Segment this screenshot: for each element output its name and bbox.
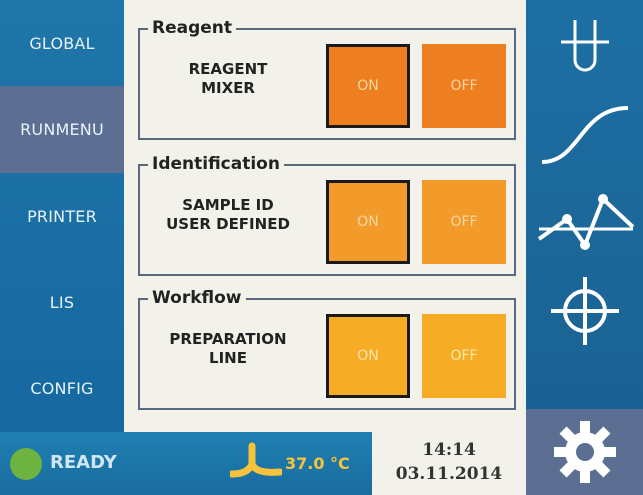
time-value: 14:14 [422,440,476,460]
group-title: Identification [148,154,284,174]
group-label-line1: PREPARATION [169,330,287,348]
group-label-line2: MIXER [201,79,255,97]
preparation-line-off-button[interactable]: OFF [422,314,506,398]
nav-item-lis[interactable]: LIS [0,259,124,345]
datetime: 14:14 03.11.2014 [372,432,526,495]
sample-id-on-button[interactable]: ON [326,180,410,264]
crosshair-button[interactable] [526,268,643,354]
nav-item-global[interactable]: GLOBAL [0,0,124,86]
right-nav [526,0,643,495]
left-nav: GLOBAL RUNMENU PRINTER LIS CONFIG [0,0,124,432]
curve-button[interactable] [526,92,643,178]
graph-points-button[interactable] [526,180,643,266]
nav-item-config[interactable]: CONFIG [0,346,124,432]
temperature-value: 37.0 °C [285,454,350,473]
ready-label: READY [50,452,117,473]
reagent-mixer-on-button[interactable]: ON [326,44,410,128]
test-tube-button[interactable] [526,4,643,90]
graph-points-icon [537,194,634,250]
group-label: SAMPLE ID USER DEFINED [140,196,316,234]
group-label-line2: LINE [209,349,247,367]
nav-item-printer[interactable]: PRINTER [0,173,124,259]
thermometer-icon [230,442,282,478]
status-bar: READY 37.0 °C 14:14 03.11.2014 [0,432,526,495]
group-reagent: Reagent REAGENT MIXER ON OFF [138,18,516,140]
reagent-mixer-off-button[interactable]: OFF [422,44,506,128]
main-panel: Reagent REAGENT MIXER ON OFF Identificat… [124,0,526,432]
crosshair-icon [550,277,619,345]
curve-icon [541,106,628,164]
ready-indicator [10,448,42,480]
preparation-line-on-button[interactable]: ON [326,314,410,398]
group-title: Workflow [148,288,246,308]
group-workflow: Workflow PREPARATION LINE ON OFF [138,288,516,410]
group-label: PREPARATION LINE [140,330,316,368]
group-identification: Identification SAMPLE ID USER DEFINED ON… [138,154,516,276]
date-value: 03.11.2014 [395,464,503,484]
group-label-line2: USER DEFINED [166,215,290,233]
group-title: Reagent [148,18,237,38]
group-label: REAGENT MIXER [140,60,316,98]
test-tube-icon [560,20,609,72]
sample-id-off-button[interactable]: OFF [422,180,506,264]
group-label-line1: SAMPLE ID [182,196,274,214]
group-label-line1: REAGENT [188,60,268,78]
nav-item-runmenu[interactable]: RUNMENU [0,86,124,173]
gear-icon [553,421,616,483]
settings-button[interactable] [526,409,643,495]
